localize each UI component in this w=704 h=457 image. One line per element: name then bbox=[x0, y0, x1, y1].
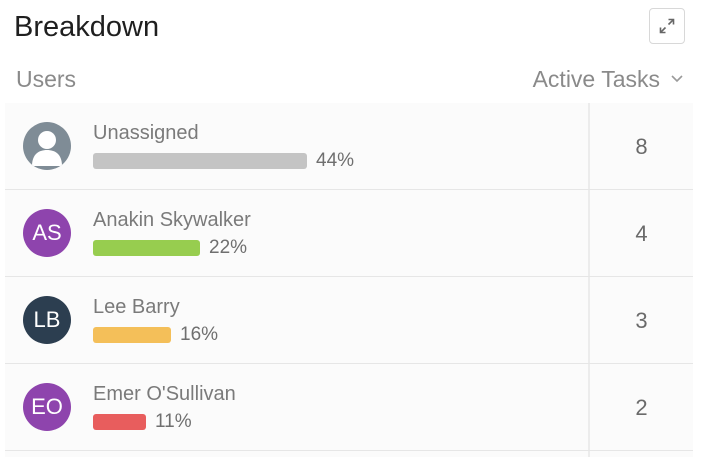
task-share-percent: 16% bbox=[180, 324, 219, 345]
avatar-initials: EO bbox=[31, 394, 63, 419]
active-tasks-label: Active Tasks bbox=[532, 66, 660, 92]
user-name: Lee Barry bbox=[93, 296, 180, 318]
avatar: AS bbox=[23, 209, 71, 257]
task-share-percent: 44% bbox=[316, 150, 355, 171]
avatar: LB bbox=[23, 296, 71, 344]
task-share-percent: 11% bbox=[155, 411, 192, 432]
table-row[interactable]: EO Emer O'Sullivan 11% 2 bbox=[5, 364, 693, 451]
table-row[interactable]: LB Lee Barry 16% 3 bbox=[5, 277, 693, 364]
user-silhouette-icon bbox=[32, 131, 62, 166]
task-share-bar bbox=[93, 240, 200, 256]
table-row[interactable]: Unassigned 44% 8 bbox=[5, 103, 693, 190]
expand-arrows-icon bbox=[659, 18, 675, 34]
user-name: Unassigned bbox=[93, 122, 199, 144]
task-share-bar bbox=[93, 414, 146, 430]
breakdown-widget: Breakdown Users Active Tasks Unassigned bbox=[0, 0, 704, 457]
avatar-initials: LB bbox=[33, 307, 61, 332]
task-share-percent: 22% bbox=[209, 237, 248, 258]
active-task-count: 8 bbox=[635, 133, 648, 159]
avatar-initials: AS bbox=[32, 220, 62, 245]
table-row[interactable]: AS Anakin Skywalker 22% 4 bbox=[5, 190, 693, 277]
task-share-bar bbox=[93, 153, 307, 169]
users-column-header: Users bbox=[16, 66, 77, 92]
task-share-bar bbox=[93, 327, 171, 343]
active-tasks-sort-dropdown[interactable]: Active Tasks bbox=[533, 64, 684, 94]
user-name: Emer O'Sullivan bbox=[93, 383, 236, 405]
widget-title: Breakdown bbox=[14, 11, 160, 43]
avatar: EO bbox=[23, 383, 71, 431]
user-name: Anakin Skywalker bbox=[93, 209, 251, 231]
active-task-count: 2 bbox=[635, 394, 648, 420]
avatar bbox=[23, 122, 71, 170]
expand-button[interactable] bbox=[649, 8, 685, 44]
active-task-count: 3 bbox=[635, 307, 648, 333]
chevron-down-icon bbox=[671, 75, 683, 83]
active-task-count: 4 bbox=[635, 220, 648, 246]
breakdown-table: Unassigned 44% 8 AS Anakin Skywalker 22%… bbox=[5, 103, 693, 457]
